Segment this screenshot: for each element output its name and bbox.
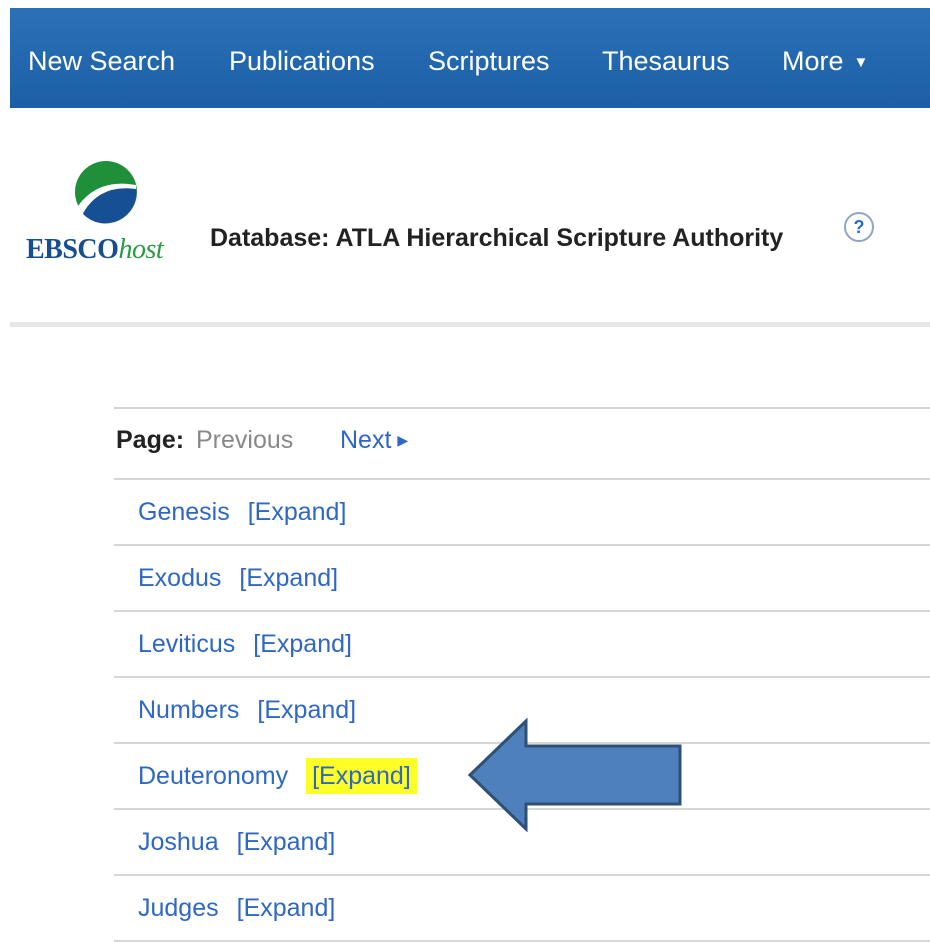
nav-more[interactable]: More ▼: [782, 8, 868, 108]
nav-more-label: More: [782, 46, 844, 76]
logo-main-text: EBSCO: [26, 234, 119, 265]
nav-new-search[interactable]: New Search: [28, 8, 175, 108]
book-link-judges[interactable]: Judges: [138, 894, 219, 922]
nav-thesaurus[interactable]: Thesaurus: [602, 8, 730, 108]
chevron-right-icon: ▶: [397, 432, 409, 448]
expand-link-leviticus[interactable]: [Expand]: [253, 630, 352, 658]
list-item: Leviticus [Expand]: [114, 612, 930, 678]
book-link-joshua[interactable]: Joshua: [138, 828, 219, 856]
book-link-exodus[interactable]: Exodus: [138, 564, 221, 592]
callout-arrow-icon: [467, 718, 682, 832]
list-item: Genesis [Expand]: [114, 480, 930, 546]
scripture-book-list: Genesis [Expand] Exodus [Expand] Leviticus…: [114, 480, 930, 942]
page-label: Page:: [116, 426, 185, 454]
expand-link-deuteronomy-highlighted[interactable]: [Expand]: [306, 758, 417, 794]
expand-link-judges[interactable]: [Expand]: [237, 894, 336, 922]
pagination-bar: Page: Previous Next ▶: [114, 407, 930, 480]
previous-link-disabled: Previous: [196, 426, 294, 454]
expand-link-exodus[interactable]: [Expand]: [239, 564, 338, 592]
next-label: Next: [340, 426, 392, 454]
top-nav-bar: New Search Publications Scriptures Thesa…: [10, 8, 930, 108]
header-divider: [10, 322, 930, 327]
book-link-genesis[interactable]: Genesis: [138, 498, 230, 526]
nav-scriptures[interactable]: Scriptures: [428, 8, 550, 108]
logo-suffix-text: host: [118, 234, 164, 265]
expand-link-joshua[interactable]: [Expand]: [237, 828, 336, 856]
list-item: Judges [Expand]: [114, 876, 930, 942]
book-link-leviticus[interactable]: Leviticus: [138, 630, 235, 658]
database-title: Database: ATLA Hierarchical Scripture Au…: [210, 224, 784, 252]
list-item: Exodus [Expand]: [114, 546, 930, 612]
expand-link-genesis[interactable]: [Expand]: [248, 498, 347, 526]
book-link-deuteronomy[interactable]: Deuteronomy: [138, 762, 288, 790]
ebsco-logo-icon: [75, 161, 137, 224]
help-icon[interactable]: ?: [844, 212, 874, 242]
book-link-numbers[interactable]: Numbers: [138, 696, 239, 724]
ebsco-host-logo: EBSCOhost: [26, 234, 164, 266]
caret-down-icon: ▼: [853, 54, 869, 71]
expand-link-numbers[interactable]: [Expand]: [257, 696, 356, 724]
nav-publications[interactable]: Publications: [229, 8, 375, 108]
next-link[interactable]: Next ▶: [340, 409, 408, 474]
